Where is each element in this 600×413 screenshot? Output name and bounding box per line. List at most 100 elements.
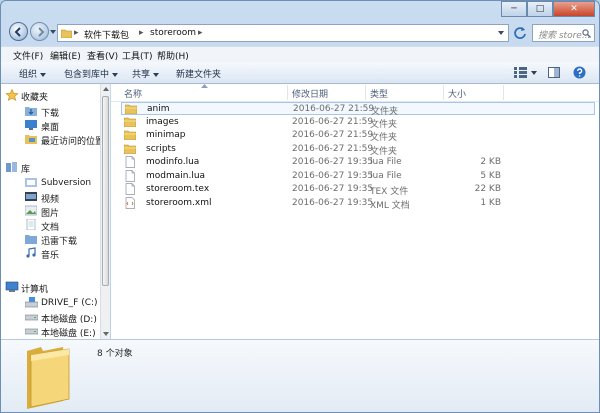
menu-edit[interactable]: 编辑(E) (50, 49, 81, 62)
large-folder-icon (27, 347, 70, 409)
navigation-pane: 收藏夹 下载 桌面 最近访问的位置 库 Subversion 视频 图片 文档 … (1, 84, 100, 339)
column-separator[interactable] (503, 85, 504, 100)
file-size: 1 KB (480, 197, 501, 208)
nav-header-label: 库 (21, 165, 31, 175)
search-input[interactable]: 搜索 store... (532, 24, 595, 42)
nav-item-label: 音乐 (41, 251, 60, 261)
nav-header-favorites[interactable]: 收藏夹 (1, 88, 100, 103)
chevron-down-icon[interactable] (531, 71, 537, 75)
view-options-icon[interactable] (514, 67, 527, 78)
file-row[interactable]: minimap 2016-06-27 21:59 文件夹 (121, 129, 595, 143)
address-bar[interactable]: ▸ 软件下载包 ▸ storeroom ▸ (57, 24, 509, 42)
new-folder-button[interactable]: 新建文件夹 (176, 67, 221, 80)
back-button[interactable] (9, 22, 28, 41)
nav-item-subversion[interactable]: Subversion (1, 176, 100, 190)
column-separator[interactable] (365, 85, 366, 100)
menu-bar: 文件(F) 编辑(E) 查看(V) 工具(T) 帮助(H) (1, 46, 599, 62)
menu-tools[interactable]: 工具(T) (122, 49, 153, 62)
file-name: storeroom.xml (146, 197, 212, 208)
column-header-size[interactable]: 大小 (448, 87, 466, 100)
file-icon (125, 183, 135, 195)
music-library-icon (26, 247, 36, 258)
forward-arrow-icon (38, 27, 45, 37)
recent-pages-chevron-icon[interactable] (50, 30, 56, 35)
include-in-library-button[interactable]: 包含到库中 (64, 67, 119, 80)
library-icon (6, 162, 17, 172)
file-row[interactable]: scripts 2016-06-27 21:59 文件夹 (121, 143, 595, 157)
pictures-library-icon (25, 205, 37, 216)
file-row[interactable]: modmain.lua 2016-06-27 19:35 lua File 5 KB (121, 169, 595, 183)
scrollbar-thumb[interactable] (102, 96, 109, 286)
organize-label: 组织 (19, 70, 38, 80)
column-header-type[interactable]: 类型 (370, 87, 388, 100)
nav-item-drive-e[interactable]: 本地磁盘 (E:) (1, 324, 100, 339)
file-size: 2 KB (480, 157, 501, 167)
chevron-down-icon (153, 72, 160, 77)
sort-ascending-icon (201, 84, 208, 88)
menu-file[interactable]: 文件(F) (13, 49, 43, 62)
address-dropdown-icon[interactable] (498, 31, 504, 35)
column-separator[interactable] (287, 85, 288, 100)
scroll-up-icon[interactable] (103, 87, 109, 91)
nav-header-label: 计算机 (21, 285, 49, 295)
video-library-icon (25, 192, 37, 201)
file-row[interactable]: modinfo.lua 2016-06-27 19:35 lua File 2 KB (121, 156, 595, 169)
maximize-button[interactable]: □ (527, 1, 553, 17)
chevron-down-icon (112, 72, 119, 77)
subversion-library-icon (25, 178, 37, 187)
file-row[interactable]: storeroom.xml 2016-06-27 19:35 XML 文档 1 KB (121, 196, 595, 211)
menu-help[interactable]: 帮助(H) (157, 49, 189, 62)
file-type: lua File (370, 157, 402, 167)
address-row: ▸ 软件下载包 ▸ storeroom ▸ 搜索 store... (1, 19, 599, 45)
file-type: 文件夹 (370, 119, 398, 130)
system-drive-icon (25, 297, 38, 308)
nav-header-libraries[interactable]: 库 (1, 160, 100, 175)
file-type: TEX 文件 (370, 187, 409, 197)
column-header-date[interactable]: 修改日期 (292, 87, 328, 100)
file-date: 2016-06-27 19:35 (292, 157, 374, 167)
minimize-button[interactable]: ─ (501, 1, 527, 17)
nav-item-recent-places[interactable]: 最近访问的位置 (1, 132, 100, 147)
nav-item-pictures[interactable]: 图片 (1, 204, 100, 219)
nav-item-xunlei-downloads[interactable]: 迅雷下载 (1, 232, 100, 247)
refresh-icon[interactable] (511, 24, 529, 42)
column-separator[interactable] (443, 85, 444, 100)
nav-item-videos[interactable]: 视频 (1, 190, 100, 205)
nav-item-music[interactable]: 音乐 (1, 246, 100, 261)
nav-item-label: DRIVE_F (C:) (41, 298, 98, 308)
nav-item-label: 本地磁盘 (E:) (41, 329, 96, 339)
nav-item-desktop[interactable]: 桌面 (1, 118, 100, 133)
nav-item-drive-d[interactable]: 本地磁盘 (D:) (1, 310, 100, 325)
file-name: storeroom.tex (146, 184, 210, 194)
nav-item-downloads[interactable]: 下载 (1, 104, 100, 119)
file-icon (125, 169, 135, 182)
folder-icon (125, 104, 137, 114)
navigation-scrollbar[interactable] (100, 84, 110, 339)
file-row[interactable]: anim 2016-06-27 21:59 文件夹 (121, 102, 595, 117)
column-header-name[interactable]: 名称 (124, 87, 142, 100)
forward-button[interactable] (30, 22, 49, 41)
breadcrumb-separator-icon: ▸ (74, 28, 79, 38)
preview-pane-icon[interactable] (548, 67, 560, 78)
file-row[interactable]: images 2016-06-27 21:59 文件夹 (121, 116, 595, 130)
file-date: 2016-06-27 21:59 (292, 116, 374, 127)
file-name: modmain.lua (146, 170, 206, 181)
file-type: XML 文档 (370, 200, 410, 211)
nav-item-drive-c[interactable]: DRIVE_F (C:) (1, 296, 100, 310)
menu-view[interactable]: 查看(V) (87, 49, 118, 62)
scroll-down-icon[interactable] (103, 332, 109, 336)
folder-icon (61, 29, 72, 38)
hard-drive-icon (25, 314, 38, 321)
breadcrumb-segment[interactable]: storeroom (150, 28, 196, 38)
nav-header-computer[interactable]: 计算机 (1, 280, 100, 295)
documents-library-icon (26, 219, 36, 230)
organize-button[interactable]: 组织 (19, 67, 47, 80)
nav-item-label: Subversion (41, 178, 92, 188)
close-button[interactable]: ✕ (553, 1, 595, 17)
file-row[interactable]: storeroom.tex 2016-06-27 19:35 TEX 文件 22 KB (121, 183, 595, 197)
file-date: 2016-06-27 19:35 (292, 184, 374, 194)
help-icon[interactable] (573, 66, 586, 79)
breadcrumb-segment[interactable]: 软件下载包 (84, 28, 129, 41)
share-button[interactable]: 共享 (132, 67, 160, 80)
nav-item-documents[interactable]: 文档 (1, 218, 100, 233)
